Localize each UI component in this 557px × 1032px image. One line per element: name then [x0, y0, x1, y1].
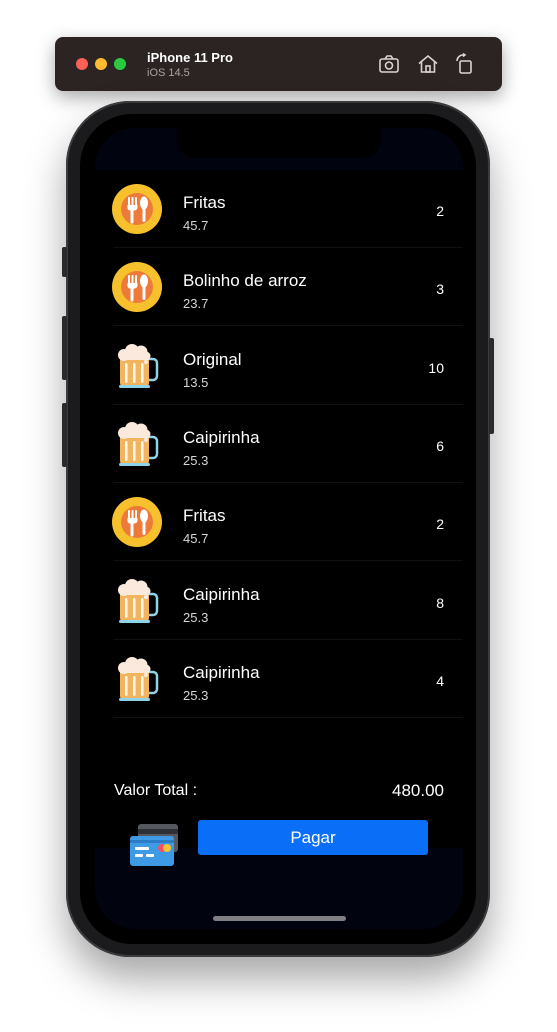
item-quantity: 3	[436, 281, 444, 298]
order-item-row[interactable]: Fritas 45.7 2	[95, 170, 463, 248]
food-icon	[112, 184, 162, 234]
os-version: iOS 14.5	[147, 67, 190, 79]
order-item-row[interactable]: Caipirinha 25.3 4	[95, 640, 463, 718]
beer-icon	[112, 576, 162, 626]
order-item-row[interactable]: Fritas 45.7 2	[95, 483, 463, 562]
food-icon	[112, 262, 162, 313]
item-name: Caipirinha	[183, 427, 260, 447]
item-price: 45.7	[183, 218, 209, 233]
beer-icon	[112, 419, 162, 469]
zoom-window-button[interactable]	[114, 58, 126, 70]
row-divider	[113, 716, 463, 718]
item-price: 25.3	[183, 609, 209, 625]
beer-icon	[112, 341, 162, 391]
order-list: Fritas 45.7 2 Bolinho de arroz 23.7 3 Origin…	[95, 170, 463, 866]
item-name: Original	[183, 349, 242, 369]
item-quantity: 4	[436, 672, 444, 689]
screenshot-icon[interactable]	[377, 52, 401, 76]
order-item-row[interactable]: Bolinho de arroz 23.7 3	[95, 248, 463, 327]
item-name: Bolinho de arroz	[183, 271, 307, 291]
item-price: 23.7	[183, 296, 209, 312]
order-item-row[interactable]: Caipirinha 25.3 6	[95, 405, 463, 483]
app-screen: Fritas 45.7 2 Bolinho de arroz 23.7 3 Origin…	[95, 128, 463, 929]
item-price: 25.3	[183, 452, 209, 468]
volume-up-button	[62, 316, 67, 380]
item-price: 25.3	[183, 687, 209, 703]
item-name: Fritas	[183, 506, 226, 526]
credit-card-icon	[128, 822, 180, 868]
pay-button[interactable]: Pagar	[198, 820, 428, 855]
item-quantity: 6	[436, 437, 444, 454]
total-value: 480.00	[392, 781, 444, 800]
power-button	[489, 338, 494, 434]
beer-icon	[112, 654, 162, 704]
volume-down-button	[62, 403, 67, 467]
item-quantity: 8	[436, 594, 444, 611]
silent-switch	[62, 247, 67, 277]
item-price: 13.5	[183, 374, 209, 390]
item-quantity: 2	[436, 203, 444, 219]
item-name: Caipirinha	[183, 662, 260, 682]
food-icon	[112, 497, 162, 548]
home-icon[interactable]	[416, 52, 440, 76]
item-quantity: 10	[428, 359, 444, 376]
item-name: Fritas	[183, 193, 226, 212]
item-quantity: 2	[436, 516, 444, 533]
minimize-window-button[interactable]	[95, 58, 107, 70]
simulator-title-bar: iPhone 11 Pro iOS 14.5	[55, 37, 502, 91]
close-window-button[interactable]	[76, 58, 88, 70]
order-item-row[interactable]: Caipirinha 25.3 8	[95, 562, 463, 640]
item-name: Caipirinha	[183, 584, 260, 604]
notch	[177, 128, 381, 158]
home-indicator[interactable]	[213, 916, 346, 921]
rotate-icon[interactable]	[453, 52, 477, 76]
item-price: 45.7	[183, 531, 209, 547]
device-name: iPhone 11 Pro	[147, 50, 233, 65]
order-item-row[interactable]: Original 13.5 10	[95, 327, 463, 405]
total-label: Valor Total :	[114, 782, 198, 799]
